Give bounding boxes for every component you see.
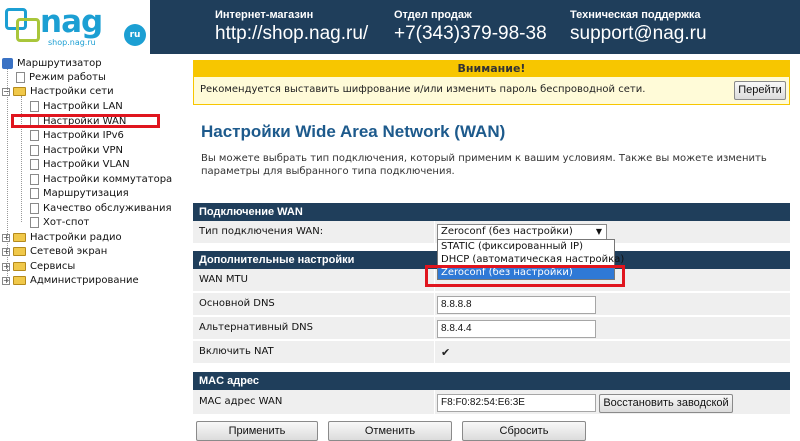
sidebar-item-label: Настройки сети	[30, 86, 114, 97]
header-support-email[interactable]: support@nag.ru	[570, 23, 707, 45]
sidebar-item-ipv6[interactable]: Настройки IPv6	[30, 129, 124, 143]
logo-ru-badge: ru	[124, 24, 146, 46]
go-button[interactable]: Перейти	[734, 81, 786, 100]
sidebar-item-label: Хот-спот	[43, 217, 90, 228]
sidebar-item-hotspot[interactable]: Хот-спот	[30, 216, 89, 230]
sidebar-item-label: Режим работы	[29, 72, 106, 83]
sidebar-item-radio[interactable]: + Настройки радио	[2, 231, 122, 245]
dns2-input[interactable]: 8.8.4.4	[437, 320, 596, 338]
row-nat: Включить NAT	[193, 341, 790, 364]
folder-icon	[13, 247, 26, 256]
header-support-title: Техническая поддержка	[570, 9, 701, 21]
sidebar-item-label: Настройки коммутатора	[43, 174, 173, 185]
section-mac-header: MAC адрес	[193, 372, 790, 390]
dns1-input[interactable]: 8.8.8.8	[437, 296, 596, 314]
restore-default-mac-button[interactable]: Восстановить заводской	[599, 394, 733, 413]
row-divider	[434, 390, 435, 415]
page-icon	[30, 174, 39, 185]
folder-open-icon	[13, 87, 26, 96]
folder-icon	[13, 233, 26, 242]
wan-type-label: Тип подключения WAN:	[199, 226, 324, 237]
page-icon	[30, 130, 39, 141]
section-wan-header: Подключение WAN	[193, 203, 790, 221]
folder-icon	[13, 276, 26, 285]
collapse-icon[interactable]: −	[2, 88, 10, 96]
nat-checkbox[interactable]: ✔	[441, 347, 452, 358]
page-icon	[30, 101, 39, 112]
header-shop: Интернет-магазин http://shop.nag.ru/	[215, 9, 368, 45]
sidebar-item-routing[interactable]: Маршрутизация	[30, 187, 129, 201]
header-sales-phone: +7(343)379-98-38	[394, 23, 547, 44]
logo-text: nag	[40, 4, 103, 40]
page-icon	[30, 145, 39, 156]
router-icon	[2, 58, 13, 69]
page-icon	[16, 72, 25, 83]
header-sales: Отдел продаж +7(343)379-98-38	[394, 9, 547, 45]
expand-icon[interactable]: +	[2, 263, 10, 271]
sidebar-item-label: Настройки VPN	[43, 145, 124, 156]
expand-icon[interactable]: +	[2, 248, 10, 256]
sidebar-item-label: Настройки радио	[30, 232, 122, 243]
sidebar-item-services[interactable]: + Сервисы	[2, 260, 75, 274]
cancel-button[interactable]: Отменить	[328, 421, 452, 441]
sidebar-item-vlan[interactable]: Настройки VLAN	[30, 158, 130, 172]
page-icon	[30, 217, 39, 228]
logo[interactable]: nag ru shop.nag.ru	[0, 0, 150, 54]
dns2-label: Альтернативный DNS	[199, 322, 313, 333]
page-icon	[30, 188, 39, 199]
header-shop-link[interactable]: http://shop.nag.ru/	[215, 23, 368, 45]
sidebar-item-label: Администрирование	[30, 275, 139, 286]
row-divider	[434, 317, 435, 340]
tree-root[interactable]: Маршрутизатор	[2, 57, 102, 71]
dns1-label: Основной DNS	[199, 298, 275, 309]
mac-input[interactable]: F8:F0:82:54:E6:3E	[437, 394, 596, 412]
highlight-box-wan-item	[11, 114, 160, 128]
expand-icon[interactable]: +	[2, 234, 10, 242]
header-sales-title: Отдел продаж	[394, 9, 472, 21]
logo-subtitle: shop.nag.ru	[48, 38, 96, 47]
sidebar-item-firewall[interactable]: + Сетевой экран	[2, 245, 107, 259]
page-icon	[30, 203, 39, 214]
folder-icon	[13, 262, 26, 271]
warning-title: Внимание!	[193, 60, 790, 77]
page-description: Вы можете выбрать тип подключения, котор…	[201, 153, 767, 177]
sidebar-item-label: Настройки LAN	[43, 101, 123, 112]
sidebar-item-qos[interactable]: Качество обслуживания	[30, 202, 171, 216]
apply-button[interactable]: Применить	[196, 421, 318, 441]
sidebar-item-label: Качество обслуживания	[43, 203, 172, 214]
logo-mark-icon-2	[16, 18, 40, 42]
row-divider	[434, 341, 435, 364]
page-icon	[30, 159, 39, 170]
site-header: nag ru shop.nag.ru Интернет-магазин http…	[0, 0, 800, 54]
sidebar-item-label: Сетевой экран	[30, 246, 108, 257]
header-shop-title: Интернет-магазин	[215, 9, 314, 21]
warning-box: Рекомендуется выставить шифрование и/или…	[193, 77, 790, 105]
option-static[interactable]: STATIC (фиксированный IP)	[438, 240, 614, 253]
sidebar-item-network[interactable]: − Настройки сети	[2, 85, 114, 99]
sidebar-item-label: Настройки IPv6	[43, 130, 124, 141]
wan-type-value: Zeroconf (без настройки)	[441, 226, 573, 237]
expand-icon[interactable]: +	[2, 277, 10, 285]
sidebar-item-label: Маршрутизация	[43, 188, 129, 199]
row-divider	[434, 221, 435, 244]
row-divider	[434, 293, 435, 316]
sidebar-item-label: Сервисы	[30, 261, 76, 272]
wan-type-select[interactable]: Zeroconf (без настройки) ▼	[437, 224, 607, 240]
sidebar-item-switch[interactable]: Настройки коммутатора	[30, 173, 172, 187]
mac-label: MAC адрес WAN	[199, 396, 283, 407]
dropdown-arrow-icon: ▼	[595, 227, 602, 236]
tree-root-label: Маршрутизатор	[17, 58, 102, 69]
sidebar-item-vpn[interactable]: Настройки VPN	[30, 144, 123, 158]
mtu-label: WAN MTU	[199, 274, 248, 285]
reset-button[interactable]: Сбросить	[462, 421, 586, 441]
highlight-box-zeroconf	[425, 265, 625, 287]
sidebar-item-mode[interactable]: Режим работы	[16, 71, 106, 85]
page-title: Настройки Wide Area Network (WAN)	[201, 122, 506, 141]
sidebar-item-admin[interactable]: + Администрирование	[2, 274, 139, 288]
nat-label: Включить NAT	[199, 346, 274, 357]
sidebar-item-lan[interactable]: Настройки LAN	[30, 100, 123, 114]
warning-text: Рекомендуется выставить шифрование и/или…	[200, 84, 646, 95]
header-support: Техническая поддержка support@nag.ru	[570, 9, 707, 45]
sidebar-item-label: Настройки VLAN	[43, 159, 130, 170]
